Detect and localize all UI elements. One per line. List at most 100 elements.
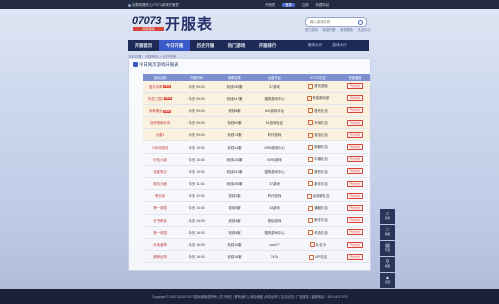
gift-label[interactable]: 激活礼包 <box>314 133 328 137</box>
gift-cell[interactable]: 首充礼包 <box>296 165 340 179</box>
gift-cell[interactable]: 新手礼包 <box>296 177 340 191</box>
hot-link[interactable]: 新游预告 <box>340 28 353 32</box>
nav-history[interactable]: 历史开服 <box>190 40 221 51</box>
sidebar-button-schedule[interactable]: ▤ 开服 <box>380 241 395 256</box>
game-name-link[interactable]: 第一帝国 <box>153 206 167 210</box>
start-game-button[interactable]: 开始游戏 <box>347 168 363 175</box>
gift-cell[interactable]: 通服礼包 <box>296 201 340 215</box>
search-icon[interactable] <box>358 19 363 25</box>
gift-label[interactable]: 新手礼包 <box>314 218 328 222</box>
game-name-link[interactable]: 乐伍九城 <box>153 158 167 162</box>
gift-label[interactable]: 有奖新玩家 <box>313 96 330 100</box>
platform-cell[interactable]: 37游戏 <box>253 80 296 93</box>
game-name-link[interactable]: 传奇霸业 <box>149 109 163 113</box>
game-name-link[interactable]: 流星笔记 <box>153 170 167 174</box>
gift-label[interactable]: 首充礼包 <box>314 109 328 113</box>
platform-cell[interactable]: 602游戏平台 <box>253 104 296 118</box>
platform-cell[interactable]: 搜狗游戏中心 <box>253 165 296 179</box>
gift-cell[interactable]: 首充礼包 <box>296 104 340 118</box>
platform-cell[interactable]: 37游戏 <box>253 177 296 191</box>
sidebar-button-favorite[interactable]: ☆ 收藏 <box>380 225 395 240</box>
game-name-link[interactable]: 魔法元器 <box>153 182 167 186</box>
sidebar-button-service[interactable]: ⚲ 客服 <box>380 257 395 272</box>
top-link-schedule[interactable]: 开服表 <box>265 3 275 7</box>
gift-cell[interactable]: 新服礼包 <box>296 140 340 154</box>
start-game-button[interactable]: 开始游戏 <box>347 180 363 187</box>
gift-label[interactable]: 风流礼包 <box>314 231 328 235</box>
gift-label[interactable]: 首充奖励 <box>314 84 328 88</box>
start-game-button[interactable]: 开始游戏 <box>347 156 363 163</box>
platform-cell[interactable]: 4399游戏中心 <box>253 140 296 154</box>
gift-cell[interactable]: 激活礼包 <box>296 128 340 142</box>
gift-label[interactable]: VIP礼包 <box>315 255 327 259</box>
game-name-link[interactable]: 蓝月传奇 <box>149 85 163 89</box>
start-game-button[interactable]: 开始游戏 <box>347 253 363 260</box>
platform-cell[interactable]: 搜狗游戏中心 <box>253 226 296 239</box>
bookmark-link[interactable]: 收藏网站 <box>316 3 330 7</box>
platform-cell[interactable]: 7k7k <box>253 250 296 264</box>
game-name-link[interactable]: 天书奇谈 <box>153 219 167 223</box>
platform-cell[interactable]: 搜狗游戏中心 <box>253 92 296 105</box>
platform-cell[interactable]: 快玩游戏 <box>253 214 296 227</box>
platform-cell[interactable]: 时代游戏 <box>253 189 296 203</box>
gift-label[interactable]: 活动新礼包 <box>313 194 330 198</box>
start-game-button[interactable]: 开始游戏 <box>347 217 363 224</box>
start-game-button[interactable]: 开始游戏 <box>347 131 363 138</box>
platform-cell[interactable]: 9090游戏 <box>253 153 296 166</box>
start-game-button[interactable]: 开始游戏 <box>347 241 363 248</box>
gift-cell[interactable]: 天域礼包 <box>296 116 340 130</box>
platform-cell[interactable]: 43游戏 <box>253 201 296 215</box>
platform-cell[interactable]: wan77 <box>253 238 296 252</box>
sidebar-button-back-to-top[interactable]: ▲ 顶部 <box>380 273 395 288</box>
logo-number[interactable]: 07073 <box>132 15 161 27</box>
hot-link[interactable]: 新游开服 <box>323 28 336 32</box>
gift-cell[interactable]: 风流礼包 <box>296 226 340 239</box>
start-game-button[interactable]: 开始游戏 <box>347 119 363 126</box>
search-input[interactable] <box>306 18 358 25</box>
nav-service-hall[interactable]: 服务大厅 <box>308 43 322 47</box>
start-game-button[interactable]: 开始游戏 <box>347 144 363 151</box>
top-bar-left[interactable]: 加载收藏网上07073游戏开服表 <box>128 2 179 7</box>
gift-label[interactable]: 新手礼包 <box>314 182 328 186</box>
nav-hot[interactable]: 热门游戏 <box>221 40 252 51</box>
game-name-link[interactable]: 魔神战场 <box>153 255 167 259</box>
login-button[interactable]: 登录 <box>282 3 295 7</box>
start-game-button[interactable]: 开始游戏 <box>347 204 363 211</box>
gift-cell[interactable]: VIP礼包 <box>296 250 340 264</box>
gift-label[interactable]: 中通礼包 <box>314 157 328 161</box>
gift-label[interactable]: 礼包卡 <box>316 243 326 247</box>
gift-cell[interactable]: 新手礼包 <box>296 214 340 227</box>
start-game-button[interactable]: 开始游戏 <box>347 83 363 90</box>
gift-label[interactable]: 新服礼包 <box>314 145 328 149</box>
game-name-link[interactable]: 大唐3 <box>156 133 165 137</box>
platform-cell[interactable]: 时代游戏 <box>253 128 296 142</box>
game-name-link[interactable]: 天地诸神 <box>153 243 167 247</box>
platform-cell[interactable]: 51游戏社区 <box>253 116 296 130</box>
game-name-link[interactable]: 倚长街 <box>155 194 165 198</box>
sidebar-button-search[interactable]: ⌕ 搜索 <box>380 209 395 224</box>
gift-label[interactable]: 通服礼包 <box>314 206 328 210</box>
gift-cell[interactable]: 中通礼包 <box>296 153 340 166</box>
nav-rank[interactable]: 开服排行 <box>252 40 283 51</box>
game-name-link[interactable]: 第一帝国 <box>153 231 167 235</box>
start-game-button[interactable]: 开始游戏 <box>347 107 363 114</box>
top-bar-text[interactable]: 加载收藏网上07073游戏开服表 <box>132 3 179 7</box>
hot-link[interactable]: 热门游戏 <box>305 28 318 32</box>
nav-home[interactable]: 开服首页 <box>128 40 159 51</box>
gift-cell[interactable]: 首充奖励 <box>296 80 340 93</box>
register-link[interactable]: 注册 <box>302 3 309 7</box>
gift-label[interactable]: 首充礼包 <box>314 170 328 174</box>
start-game-button[interactable]: 开始游戏 <box>347 229 363 236</box>
game-name-link[interactable]: 热血三国3 <box>148 97 163 101</box>
gift-cell[interactable]: 活动新礼包 <box>296 189 340 203</box>
gift-cell[interactable]: 有奖新玩家 <box>296 92 340 105</box>
nav-today[interactable]: 今日开服 <box>159 40 190 51</box>
start-game-button[interactable]: 开始游戏 <box>347 192 363 199</box>
gift-label[interactable]: 天域礼包 <box>314 121 328 125</box>
game-name-link[interactable]: 少年西游传 <box>152 146 169 150</box>
nav-game-hall[interactable]: 游戏大厅 <box>332 43 346 47</box>
game-name-link[interactable]: 剑侠情缘外传 <box>150 121 170 125</box>
start-game-button[interactable]: 开始游戏 <box>347 95 363 102</box>
gift-cell[interactable]: 礼包卡 <box>296 238 340 252</box>
hot-link[interactable]: 礼包中心 <box>358 28 371 32</box>
